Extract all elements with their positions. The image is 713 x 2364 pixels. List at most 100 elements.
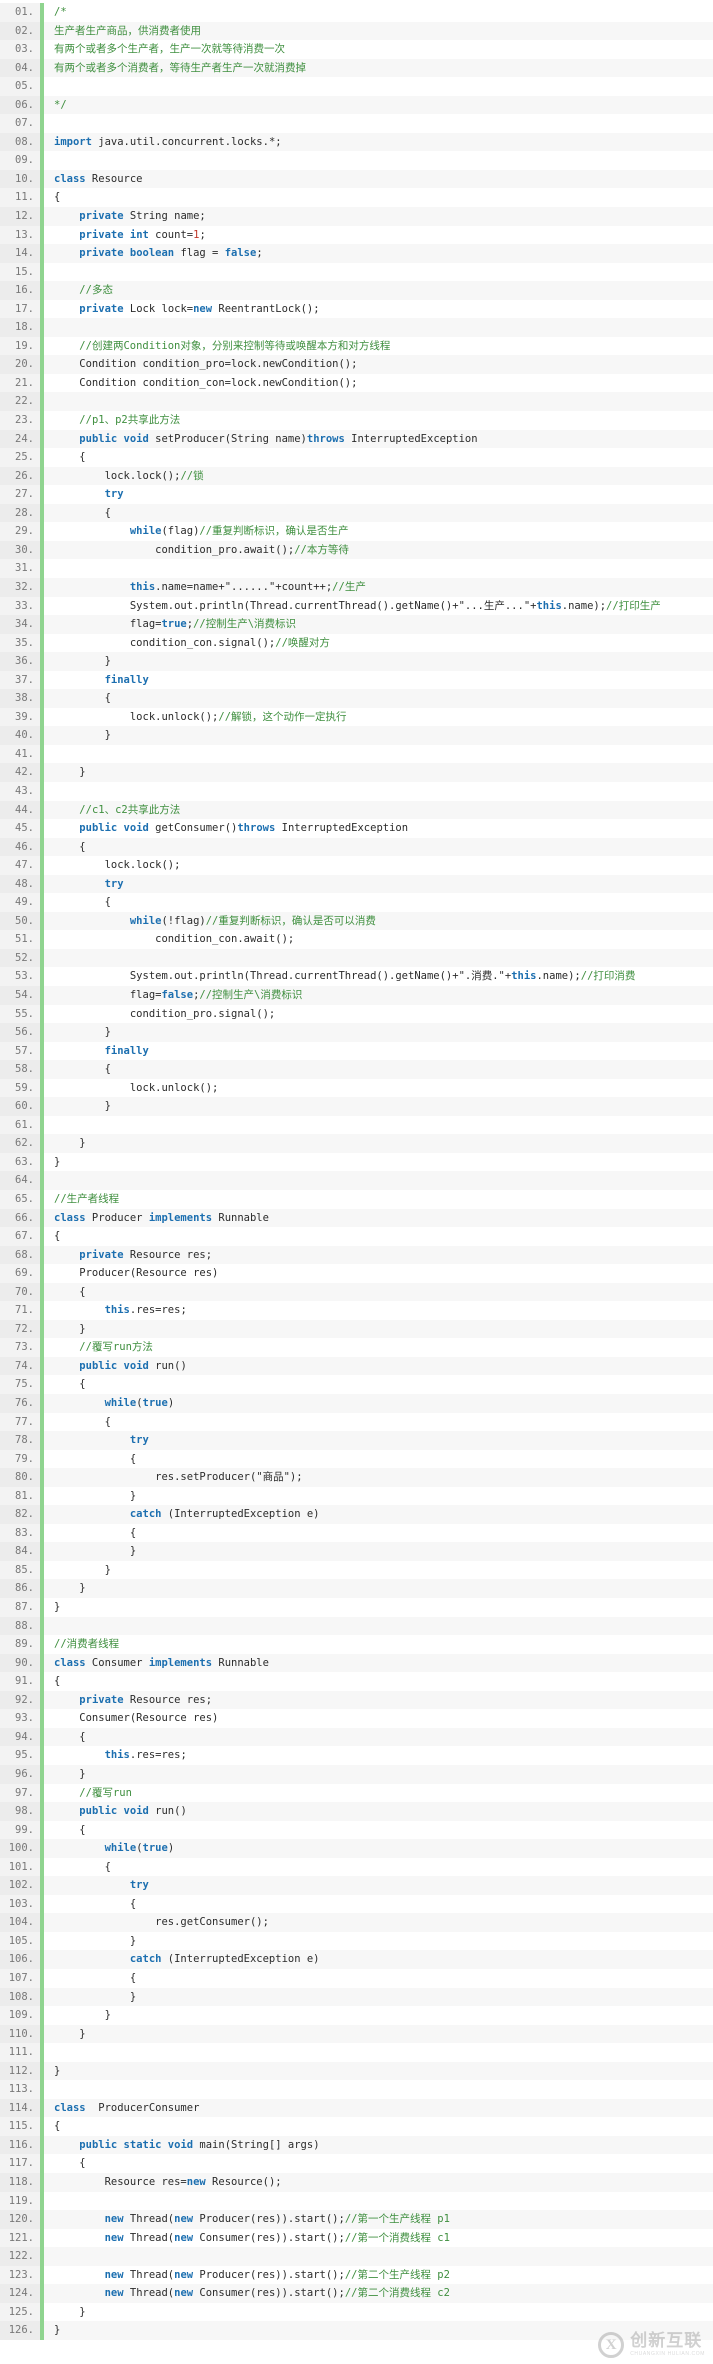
code-line[interactable]: 34. flag=true;//控制生产\消费标识 [0, 615, 713, 634]
code-line[interactable]: 17. private Lock lock=new ReentrantLock(… [0, 299, 713, 319]
code-line[interactable]: 98. public void run() [0, 1802, 713, 1821]
code-line[interactable]: 01. /* [0, 3, 713, 22]
code-line[interactable]: 47. lock.lock(); [0, 856, 713, 875]
code-line[interactable]: 92. private Resource res; [0, 1690, 713, 1710]
code-line[interactable]: 89. //消费者线程 [0, 1635, 713, 1654]
code-line[interactable]: 112.} [0, 2061, 713, 2081]
code-line[interactable]: 12. private String name; [0, 207, 713, 226]
code-line[interactable]: 19. //创建两Condition对象，分别来控制等待或唤醒本方和对方线程 [0, 336, 713, 356]
code-line[interactable]: 04. 有两个或者多个消费者，等待生产者生产一次就消费掉 [0, 58, 713, 78]
code-line[interactable]: 35. condition_con.signal();//唤醒对方 [0, 633, 713, 653]
code-line[interactable]: 53. System.out.println(Thread.currentThr… [0, 967, 713, 986]
code-line[interactable]: 14. private boolean flag = false; [0, 244, 713, 263]
code-line[interactable]: 26. lock.lock();//锁 [0, 466, 713, 486]
code-line[interactable]: 22. [0, 392, 713, 412]
code-line[interactable]: 100. while(true) [0, 1839, 713, 1858]
code-line[interactable]: 65. //生产者线程 [0, 1190, 713, 1209]
code-line[interactable]: 84. } [0, 1542, 713, 1561]
code-line[interactable]: 116. public static void main(String[] ar… [0, 2135, 713, 2155]
code-line[interactable]: 05. [0, 77, 713, 96]
code-line[interactable]: 39. lock.unlock();//解锁，这个动作一定执行 [0, 707, 713, 727]
code-line[interactable]: 73. //覆写run方法 [0, 1338, 713, 1357]
code-line[interactable]: 28. { [0, 503, 713, 523]
code-line[interactable]: 91. { [0, 1672, 713, 1691]
code-line[interactable]: 76. while(true) [0, 1394, 713, 1413]
code-line[interactable]: 78. try [0, 1431, 713, 1450]
code-line[interactable]: 119. [0, 2191, 713, 2211]
code-line[interactable]: 09. [0, 151, 713, 170]
code-line[interactable]: 25. { [0, 448, 713, 467]
code-line[interactable]: 59. lock.unlock(); [0, 1078, 713, 1098]
code-line[interactable]: 20. Condition condition_pro=lock.newCond… [0, 355, 713, 374]
code-line[interactable]: 81. } [0, 1486, 713, 1506]
code-line[interactable]: 75. { [0, 1375, 713, 1395]
code-line[interactable]: 105. } [0, 1931, 713, 1951]
code-line[interactable]: 71. this.res=res; [0, 1301, 713, 1320]
code-line[interactable]: 104. res.getConsumer(); [0, 1913, 713, 1932]
code-line[interactable]: 90. class Consumer implements Runnable [0, 1653, 713, 1673]
code-line[interactable]: 95. this.res=res; [0, 1746, 713, 1765]
code-line[interactable]: 10. class Resource [0, 169, 713, 189]
code-line[interactable]: 67. { [0, 1227, 713, 1246]
code-line[interactable]: 42. } [0, 763, 713, 782]
code-line[interactable]: 24. public void setProducer(String name)… [0, 429, 713, 449]
code-line[interactable]: 120. new Thread(new Producer(res)).start… [0, 2210, 713, 2229]
code-line[interactable]: 15. [0, 262, 713, 282]
code-line[interactable]: 88. [0, 1616, 713, 1636]
code-line[interactable]: 110. } [0, 2024, 713, 2044]
code-line[interactable]: 96. } [0, 1764, 713, 1784]
code-line[interactable]: 113. [0, 2080, 713, 2099]
code-line[interactable]: 70. { [0, 1282, 713, 1302]
code-line[interactable]: 55. condition_pro.signal(); [0, 1004, 713, 1024]
code-line[interactable]: 80. res.setProducer("商品"); [0, 1468, 713, 1487]
code-line[interactable]: 40. } [0, 726, 713, 745]
code-line[interactable]: 51. condition_con.await(); [0, 930, 713, 949]
code-viewer[interactable]: 01. /* 02. 生产者生产商品，供消费者使用 03. 有两个或者多个生产者，生产一次… [0, 0, 713, 2364]
code-line[interactable]: 32. this.name=name+"......"+count++;//生产 [0, 577, 713, 597]
code-line[interactable]: 60. } [0, 1097, 713, 1116]
code-line[interactable]: 72. } [0, 1319, 713, 1339]
code-line[interactable]: 94. { [0, 1727, 713, 1747]
code-line[interactable]: 58. { [0, 1060, 713, 1079]
code-line[interactable]: 18. [0, 318, 713, 337]
code-line[interactable]: 27. try [0, 485, 713, 504]
code-line[interactable]: 62. } [0, 1134, 713, 1153]
code-line[interactable]: 108. } [0, 1987, 713, 2007]
code-line[interactable]: 121. new Thread(new Consumer(res)).start… [0, 2228, 713, 2248]
code-line[interactable]: 44. //c1、c2共享此方法 [0, 800, 713, 820]
code-line[interactable]: 16. //多态 [0, 281, 713, 300]
code-line[interactable]: 30. condition_pro.await();//本方等待 [0, 540, 713, 560]
code-line[interactable]: 79. { [0, 1449, 713, 1469]
code-line[interactable]: 57. finally [0, 1041, 713, 1061]
code-line[interactable]: 45. public void getConsumer()throws Inte… [0, 819, 713, 838]
code-line[interactable]: 118. Resource res=new Resource(); [0, 2172, 713, 2192]
code-line[interactable]: 68. private Resource res; [0, 1245, 713, 1265]
code-line[interactable]: 115. { [0, 2117, 713, 2136]
code-line[interactable]: 31. [0, 559, 713, 578]
code-line[interactable]: 85. } [0, 1560, 713, 1580]
code-line[interactable]: 37. finally [0, 670, 713, 690]
code-line[interactable]: 74. public void run() [0, 1356, 713, 1376]
code-line[interactable]: 122. [0, 2247, 713, 2266]
code-line[interactable]: 08. import java.util.concurrent.locks.*; [0, 132, 713, 152]
code-line[interactable]: 103. { [0, 1894, 713, 1914]
code-line[interactable]: 48. try [0, 874, 713, 894]
code-line[interactable]: 97. //覆写run [0, 1783, 713, 1803]
code-line[interactable]: 52. [0, 948, 713, 968]
code-line[interactable]: 109. } [0, 2006, 713, 2025]
code-line[interactable]: 02. 生产者生产商品，供消费者使用 [0, 21, 713, 41]
code-line[interactable]: 101. { [0, 1857, 713, 1877]
code-line[interactable]: 114. class ProducerConsumer [0, 2098, 713, 2118]
code-line[interactable]: 124. new Thread(new Consumer(res)).start… [0, 2284, 713, 2303]
code-line[interactable]: 123. new Thread(new Producer(res)).start… [0, 2265, 713, 2285]
code-line[interactable]: 77. { [0, 1412, 713, 1432]
code-line[interactable]: 07. [0, 114, 713, 133]
code-line[interactable]: 66. class Producer implements Runnable [0, 1208, 713, 1228]
code-line[interactable]: 69. Producer(Resource res) [0, 1264, 713, 1283]
code-line[interactable]: 23. //p1、p2共享此方法 [0, 411, 713, 430]
code-line[interactable]: 49. { [0, 893, 713, 912]
code-line[interactable]: 13. private int count=1; [0, 225, 713, 245]
code-line[interactable]: 111. [0, 2043, 713, 2062]
code-line[interactable]: 102. try [0, 1876, 713, 1895]
code-line[interactable]: 86. } [0, 1579, 713, 1599]
